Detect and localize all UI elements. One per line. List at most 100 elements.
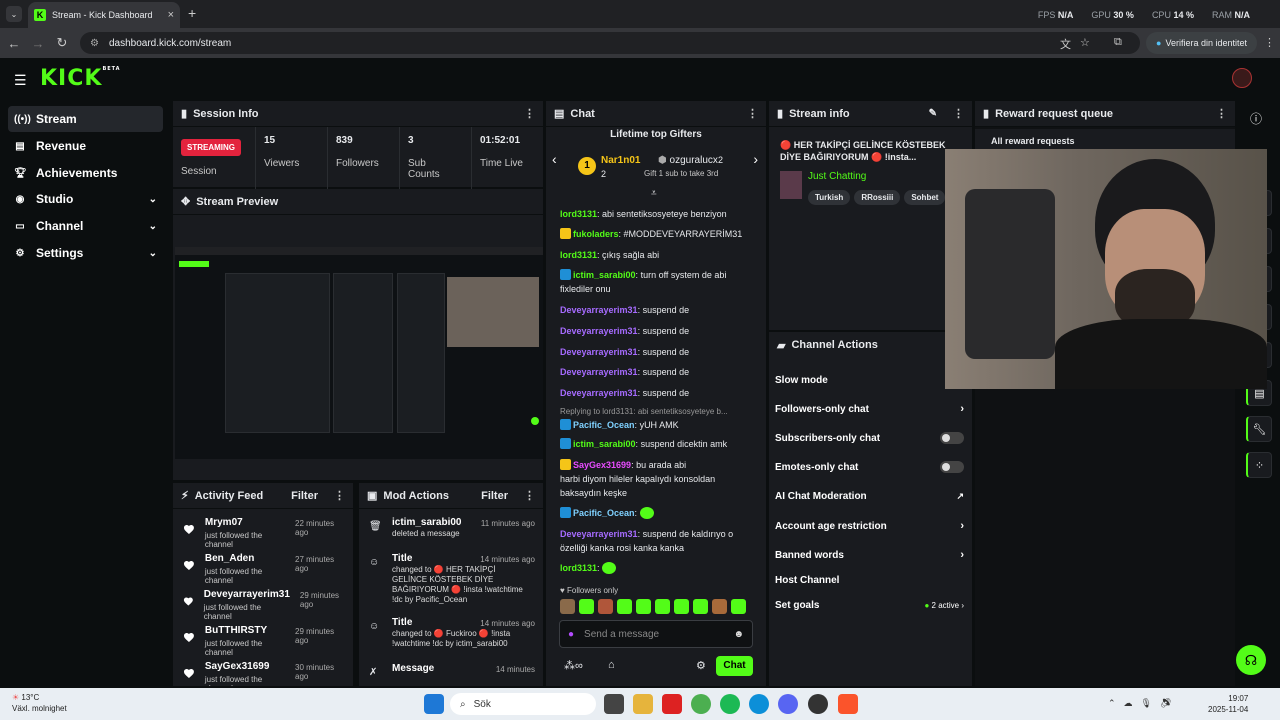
file-explorer-icon[interactable] [633,694,653,714]
sidebar-item-stream[interactable]: ((•)) Stream [8,106,163,132]
emote-icon[interactable] [598,599,613,614]
mod-action-title[interactable]: ictim_sarabi00 [392,517,462,528]
sidebar-item-channel[interactable]: ▭ Channel ⌄ [8,213,163,239]
address-bar[interactable]: ⚙ dashboard.kick.com/stream [80,32,1140,54]
chevron-right-icon[interactable]: › [753,151,758,167]
edge-icon[interactable] [749,694,769,714]
chat-username[interactable]: Pacific_Ocean [573,508,635,518]
tag-chip[interactable]: RRossiii [854,190,901,205]
sidebar-item-studio[interactable]: ◉ Studio ⌄ [8,186,163,212]
emotes-only-toggle[interactable] [940,461,964,473]
weather-widget[interactable]: ☀ 13°C Växl. molnighet [12,692,67,714]
chat-username[interactable]: Deveyarrayerim31 [560,347,638,357]
bits-icon[interactable]: ⁂∞ [564,659,583,672]
chat-username[interactable]: Deveyarrayerim31 [560,367,638,377]
category-name[interactable]: Just Chatting [808,171,866,182]
chat-username[interactable]: Pacific_Ocean [573,420,635,430]
task-view-icon[interactable] [604,694,624,714]
mod-action-title[interactable]: Title [392,553,412,564]
slow-mode-row[interactable]: Slow mode [775,369,964,391]
share-icon[interactable]: ⁘ [1246,452,1272,478]
chat-input[interactable]: ● Send a message ☻ [559,620,753,648]
verify-identity-button[interactable]: ● Verifiera din identitet [1146,32,1257,54]
forward-icon[interactable]: → [26,36,50,51]
send-chat-button[interactable]: Chat [716,656,753,676]
chat-username[interactable]: ictim_sarabi00 [573,270,636,280]
tag-chip[interactable]: Turkish [808,190,851,205]
taskbar-clock[interactable]: 19:07 2025-11-04 [1208,693,1248,715]
brave-icon[interactable] [838,694,858,714]
set-goals-row[interactable]: Set goals ● 2 active › [775,594,964,616]
more-icon[interactable]: ⋮ [747,107,758,120]
subscribers-only-row[interactable]: Subscribers-only chat [775,427,964,449]
followers-only-row[interactable]: Followers-only chat › [775,398,964,420]
chat-username[interactable]: Deveyarrayerim31 [560,305,638,315]
stream-preview-video[interactable] [175,247,543,459]
ai-moderation-row[interactable]: AI Chat Moderation ↗ [775,485,964,507]
category-thumbnail[interactable] [780,171,802,199]
chat-username[interactable]: fukoladers [573,229,619,239]
mod-filter-button[interactable]: Filter [481,490,508,502]
follower-name[interactable]: SayGex31699 [205,661,285,672]
user-avatar[interactable] [1232,68,1252,88]
support-headset-icon[interactable]: ☊ [1236,645,1266,675]
more-icon[interactable]: ⋮ [524,489,535,502]
follower-name[interactable]: BuTTHIRSTY [205,625,285,636]
taskbar-search[interactable]: ⌕ Sök [450,693,596,715]
system-tray[interactable]: ⌃☁🎙︎🔊︎ [1108,698,1179,709]
collapse-icon[interactable]: ⩡ [651,188,657,199]
browser-tab[interactable]: K Stream - Kick Dashboard × [28,2,180,28]
activity-filter-button[interactable]: Filter [291,490,318,502]
tab-search-button[interactable]: ⌄ [6,6,22,22]
chat-username[interactable]: ictim_sarabi00 [573,439,636,449]
host-channel-row[interactable]: Host Channel [775,569,964,591]
more-icon[interactable]: ⋮ [1216,107,1227,120]
gift-cta[interactable]: Gift 1 sub to take 3rd [644,169,718,178]
all-reward-requests[interactable]: All reward requests [975,129,1235,151]
chat-username[interactable]: Deveyarrayerim31 [560,326,638,336]
discord-icon[interactable] [778,694,798,714]
emote-icon[interactable] [579,599,594,614]
chat-username[interactable]: lord3131 [560,563,597,573]
obs-icon[interactable] [808,694,828,714]
wrench-icon[interactable]: 🔧︎ [1246,416,1272,442]
reload-icon[interactable]: ↻ [50,35,74,51]
mod-action-title[interactable]: Title [392,617,412,628]
emote-icon[interactable] [731,599,746,614]
emote-icon[interactable] [636,599,651,614]
banned-words-row[interactable]: Banned words › [775,544,964,566]
store-icon[interactable]: ⌂ [608,659,615,671]
info-icon[interactable]: ⓘ [1250,110,1262,127]
emote-icon[interactable] [560,599,575,614]
more-icon[interactable]: ⋮ [524,107,535,120]
chat-username[interactable]: SayGex31699 [573,460,631,470]
gear-icon[interactable]: ⚙ [696,659,706,672]
menu-icon[interactable]: ☰ [14,72,27,89]
new-tab-button[interactable]: + [188,5,196,21]
browser-menu-icon[interactable]: ⋮ [1264,36,1275,49]
emoji-icon[interactable]: ☻ [733,629,744,640]
mic-icon[interactable]: ● [568,629,574,640]
back-icon[interactable]: ← [2,36,26,51]
follower-name[interactable]: Deveyarrayerim31 [204,589,290,600]
netflix-icon[interactable] [662,694,682,714]
emote-icon[interactable] [693,599,708,614]
bookmark-star-icon[interactable]: ☆ [1080,36,1090,49]
sidebar-item-achievements[interactable]: 🏆︎ Achievements [8,160,163,186]
edit-icon[interactable]: ✎ [929,108,937,119]
more-icon[interactable]: ⋮ [334,489,345,502]
chat-username[interactable]: Deveyarrayerim31 [560,388,638,398]
follower-name[interactable]: Mrym07 [205,517,285,528]
spotify-icon[interactable] [720,694,740,714]
emote-icon[interactable] [617,599,632,614]
windows-start-icon[interactable] [424,694,444,714]
translate-icon[interactable]: 文 [1060,36,1071,52]
site-info-icon[interactable]: ⚙ [90,38,99,49]
more-icon[interactable]: ⋮ [953,107,964,120]
chat-username[interactable]: lord3131 [560,250,597,260]
kick-logo[interactable]: KICKBETA [40,66,121,91]
mod-action-title[interactable]: Message [392,663,434,674]
chat-username[interactable]: lord3131 [560,209,597,219]
subscribers-only-toggle[interactable] [940,432,964,444]
chevron-left-icon[interactable]: ‹ [552,151,557,167]
